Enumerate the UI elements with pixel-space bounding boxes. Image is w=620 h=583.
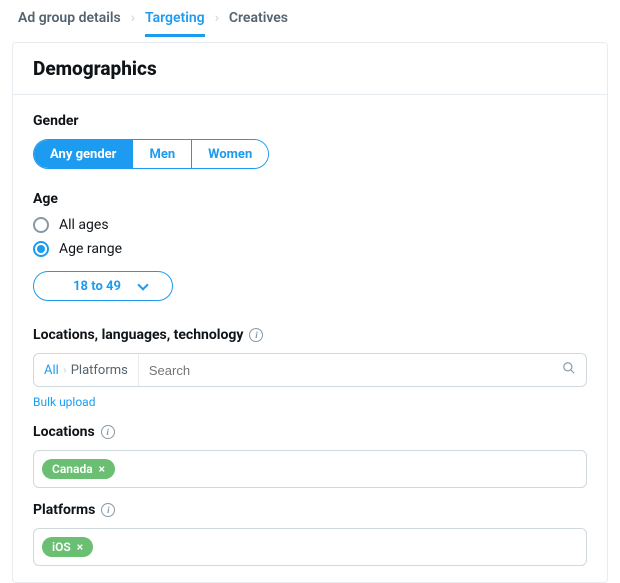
chevron-down-icon [137, 279, 148, 290]
targeting-search-bar: All › Platforms [33, 353, 587, 387]
age-radio-range-label: Age range [59, 241, 122, 257]
info-icon[interactable]: i [101, 425, 115, 439]
age-range-dropdown[interactable]: 18 to 49 [33, 271, 173, 301]
breadcrumb-item-ad-group[interactable]: Ad group details [18, 10, 121, 26]
filter-root: All [44, 363, 59, 378]
page-title: Demographics [33, 57, 587, 80]
card-body: Gender Any gender Men Women Age All ages… [13, 95, 607, 582]
filter-current: Platforms [71, 363, 128, 378]
radio-icon [33, 217, 49, 233]
bulk-upload-link[interactable]: Bulk upload [33, 395, 95, 409]
locations-label: Locations i [33, 424, 587, 440]
search-section-label: Locations, languages, technology i [33, 327, 587, 343]
radio-icon [33, 241, 49, 257]
breadcrumb-item-creatives[interactable]: Creatives [229, 10, 288, 26]
age-radio-range[interactable]: Age range [33, 241, 587, 257]
gender-option-men[interactable]: Men [132, 140, 191, 168]
close-icon[interactable]: × [99, 463, 105, 475]
gender-option-any[interactable]: Any gender [34, 140, 132, 168]
chip-label: iOS [52, 540, 71, 554]
card-header: Demographics [13, 43, 607, 95]
chevron-right-icon: › [131, 10, 135, 26]
age-radio-all[interactable]: All ages [33, 217, 587, 233]
age-radio-all-label: All ages [59, 217, 109, 233]
breadcrumb-item-targeting[interactable]: Targeting [145, 10, 205, 37]
age-label: Age [33, 191, 587, 207]
age-range-value: 18 to 49 [73, 279, 121, 294]
chevron-right-icon: › [63, 363, 67, 378]
chevron-right-icon: › [215, 10, 219, 26]
locations-chip-input[interactable]: Canada × [33, 450, 587, 488]
search-icon [552, 361, 586, 379]
info-icon[interactable]: i [249, 328, 263, 342]
search-input[interactable] [139, 354, 552, 386]
search-filter-breadcrumb[interactable]: All › Platforms [34, 354, 139, 386]
close-icon[interactable]: × [77, 541, 83, 553]
platforms-label: Platforms i [33, 502, 587, 518]
info-icon[interactable]: i [101, 503, 115, 517]
gender-segmented-control: Any gender Men Women [33, 139, 269, 169]
gender-option-women[interactable]: Women [191, 140, 268, 168]
breadcrumb: Ad group details › Targeting › Creatives [0, 0, 620, 34]
chip-label: Canada [52, 462, 93, 476]
demographics-card: Demographics Gender Any gender Men Women… [12, 42, 608, 583]
platforms-chip-input[interactable]: iOS × [33, 528, 587, 566]
gender-label: Gender [33, 113, 587, 129]
location-chip[interactable]: Canada × [42, 459, 115, 479]
platform-chip[interactable]: iOS × [42, 537, 93, 557]
